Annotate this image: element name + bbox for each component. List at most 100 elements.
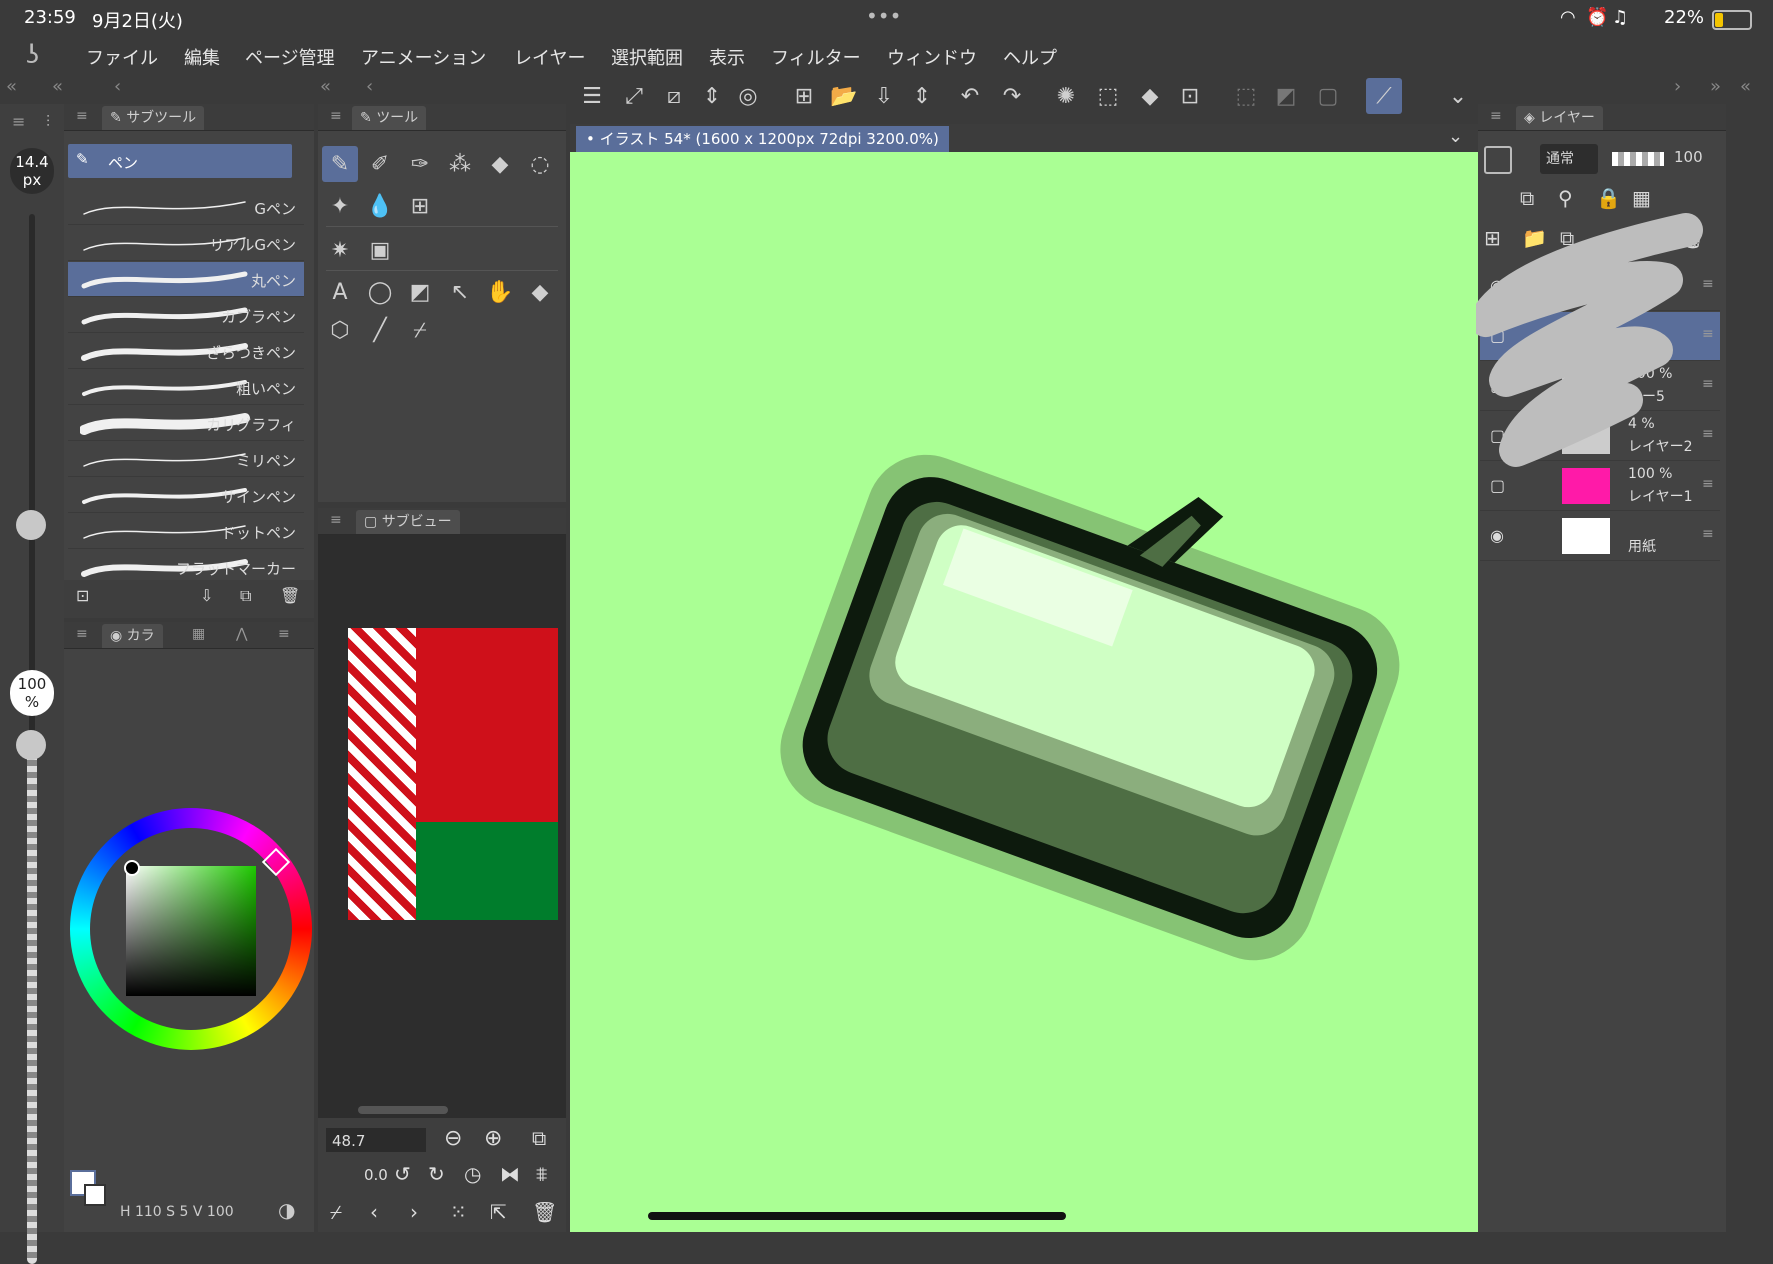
color-slider-icon[interactable]: ≡: [278, 626, 290, 642]
menu-icon[interactable]: ≡: [12, 112, 25, 131]
clip-icon[interactable]: ⧉: [1520, 186, 1534, 210]
menu-animation[interactable]: アニメーション: [361, 44, 486, 70]
menu-filter[interactable]: フィルター: [771, 44, 861, 70]
collapse-left-icon-2[interactable]: «: [52, 76, 63, 97]
layer-color-icon[interactable]: [1484, 146, 1512, 174]
tune-icon[interactable]: ⫶: [46, 112, 50, 132]
multitask-dots[interactable]: •••: [866, 4, 901, 28]
brush-item[interactable]: サインペン: [68, 478, 304, 513]
tool-operation[interactable]: ↖: [442, 274, 478, 310]
tool-lasso[interactable]: ◌: [522, 146, 558, 182]
brush-item[interactable]: リアルGペン: [68, 226, 304, 261]
trash-icon[interactable]: 🗑: [532, 1200, 557, 1224]
brush-size-slider-handle[interactable]: [16, 510, 46, 540]
opacity-readout[interactable]: 100 %: [10, 670, 54, 716]
app-logo-icon[interactable]: ʖ: [26, 40, 39, 70]
tab-color-wheel[interactable]: ◉ カラ: [102, 624, 163, 648]
menu-edit[interactable]: 編集: [184, 44, 220, 70]
chevron-right-icon[interactable]: ›: [1674, 76, 1681, 97]
canvas-settings-icon[interactable]: ⧄: [656, 78, 692, 114]
brush-item[interactable]: ドットペン: [68, 514, 304, 549]
tool-effect[interactable]: ✷: [322, 232, 358, 268]
flip-horizontal-icon[interactable]: ⧓: [500, 1162, 520, 1186]
menu-icon[interactable]: ≡: [330, 512, 342, 528]
collapse-left-icon-3[interactable]: «: [320, 76, 331, 97]
grid-icon[interactable]: ⁙: [450, 1200, 467, 1224]
menu-file[interactable]: ファイル: [86, 44, 158, 70]
zoom-out-icon[interactable]: ⊖: [444, 1126, 462, 1151]
tab-subtool[interactable]: ✎ サブツール: [102, 106, 205, 130]
subtool-settings-icon[interactable]: ⊡: [76, 586, 89, 605]
chevron-left-icon-2[interactable]: ‹: [366, 76, 373, 97]
transform-icon[interactable]: ⊡: [1172, 78, 1208, 114]
reference-icon[interactable]: ⚲: [1558, 186, 1573, 210]
collapse-right-icon[interactable]: »: [1710, 76, 1721, 97]
fill-icon[interactable]: ◆: [1132, 78, 1168, 114]
tool-blend[interactable]: 💧: [362, 188, 398, 224]
menu-icon[interactable]: ≡: [1490, 108, 1502, 124]
save-icon[interactable]: ⇩: [866, 78, 902, 114]
brush-item[interactable]: Gペン: [68, 190, 304, 225]
canvas-resize-icon[interactable]: ⤢: [616, 78, 652, 114]
rotate-right-icon[interactable]: ↻: [428, 1162, 445, 1186]
invert-selection-icon[interactable]: ◩: [1268, 78, 1304, 114]
tool-eraser[interactable]: ◆: [482, 146, 518, 182]
export-icon[interactable]: ⇱: [490, 1200, 507, 1224]
intermediate-color-icon[interactable]: ⋀: [236, 626, 247, 642]
brush-size-slider[interactable]: [29, 214, 35, 744]
save-toggle-icon[interactable]: ⇕: [904, 78, 940, 114]
tool-line[interactable]: ╱: [362, 312, 398, 348]
collapse-right-icon-2[interactable]: «: [1740, 76, 1751, 97]
select-icon[interactable]: ⬚: [1090, 78, 1126, 114]
color-set-icon[interactable]: ▦: [192, 626, 205, 642]
zoom-slider[interactable]: 48.7: [326, 1128, 426, 1152]
menu-page[interactable]: ページ管理: [245, 44, 335, 70]
color-mode-icon[interactable]: ◑: [278, 1198, 295, 1222]
brush-item[interactable]: カリグラフィ: [68, 406, 304, 441]
tool-text[interactable]: A: [322, 274, 358, 310]
tool-frame[interactable]: ◩: [402, 274, 438, 310]
chevron-left-icon[interactable]: ‹: [370, 1200, 378, 1224]
tool-grid[interactable]: ⊞: [402, 188, 438, 224]
sv-picker-handle[interactable]: [124, 860, 140, 876]
tool-3d[interactable]: ⬡: [322, 312, 358, 348]
tool-hand[interactable]: ✋: [482, 274, 518, 310]
tool-balloon[interactable]: ◯: [362, 274, 398, 310]
tab-subview[interactable]: ▢ サブビュー: [356, 510, 460, 534]
brush-item[interactable]: ミリペン: [68, 442, 304, 477]
collapse-left-icon[interactable]: «: [6, 76, 17, 97]
hamburger-menu-icon[interactable]: ☰: [574, 78, 610, 114]
trash-icon[interactable]: 🗑: [280, 586, 300, 605]
selection-border-icon[interactable]: ▢: [1310, 78, 1346, 114]
opacity-slider[interactable]: [27, 734, 37, 1264]
subtool-group-header[interactable]: ✎ ペン: [68, 144, 292, 178]
eyedropper-icon[interactable]: ⌿: [330, 1200, 342, 1224]
new-file-icon[interactable]: ⊞: [786, 78, 822, 114]
menu-selection[interactable]: 選択範囲: [611, 44, 683, 70]
layer-row[interactable]: ◉ 用紙 ≡: [1480, 512, 1720, 561]
undo-icon[interactable]: ↶: [952, 78, 988, 114]
flip-vertical-icon[interactable]: ⩨: [536, 1162, 547, 1186]
ruler-snap-icon[interactable]: ⟋: [1366, 78, 1402, 114]
brush-item[interactable]: カブラペン: [68, 298, 304, 333]
lock-transparency-icon[interactable]: ▦: [1632, 186, 1651, 210]
tool-airbrush[interactable]: ⁂: [442, 146, 478, 182]
open-folder-icon[interactable]: 📂: [826, 78, 862, 114]
menu-icon[interactable]: ≡: [76, 626, 88, 642]
layer-menu-icon[interactable]: ≡: [1702, 526, 1714, 542]
menu-help[interactable]: ヘルプ: [1003, 44, 1057, 70]
duplicate-icon[interactable]: ⧉: [240, 586, 251, 606]
rotate-left-icon[interactable]: ↺: [394, 1162, 411, 1186]
subview-scrollbar[interactable]: [358, 1106, 448, 1114]
tab-tool[interactable]: ✎ ツール: [352, 106, 427, 130]
layer-opacity-value[interactable]: 100: [1674, 148, 1703, 166]
menu-window[interactable]: ウィンドウ: [887, 44, 977, 70]
loading-icon[interactable]: ✺: [1048, 78, 1084, 114]
chevron-left-icon[interactable]: ‹: [114, 76, 121, 97]
home-indicator[interactable]: [648, 1212, 1066, 1220]
redo-icon[interactable]: ↷: [994, 78, 1030, 114]
menu-icon[interactable]: ≡: [76, 108, 88, 124]
tool-fill[interactable]: ◆: [522, 274, 558, 310]
tool-brush[interactable]: ✑: [402, 146, 438, 182]
canvas[interactable]: ⟲: [570, 152, 1478, 1232]
